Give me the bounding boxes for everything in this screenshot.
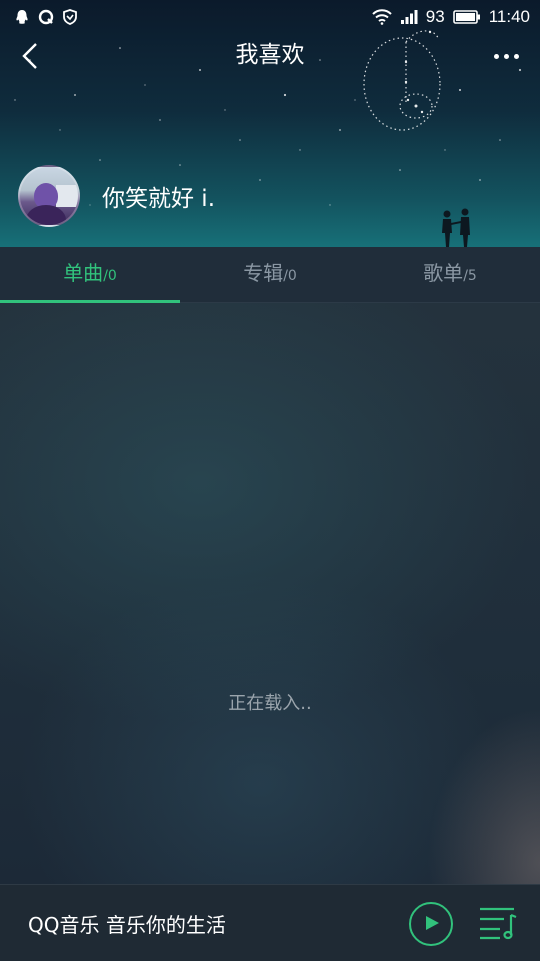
tab-songs-count: /0 — [103, 268, 117, 284]
battery-level: 93 — [425, 7, 445, 26]
couple-silhouette — [442, 208, 470, 247]
page-title: 我喜欢 — [235, 42, 305, 68]
tab-albums-label: 专辑 — [243, 261, 284, 285]
play-button[interactable] — [409, 902, 453, 946]
tab-playlists-count: /5 — [463, 268, 477, 284]
header-banner: 93 11:40 我喜欢 你笑就好 i. — [0, 0, 540, 247]
clock: 11:40 — [488, 7, 530, 26]
tab-songs-label: 单曲 — [63, 261, 104, 285]
song-list-area: 正在载入.. — [0, 303, 540, 884]
user-name[interactable]: 你笑就好 i. — [102, 179, 215, 213]
tab-bar: 单曲/0 专辑/0 歌单/5 — [0, 247, 540, 303]
play-icon — [426, 916, 439, 930]
tab-albums[interactable]: 专辑/0 — [180, 247, 360, 302]
avatar-background — [56, 185, 78, 207]
qq-icon — [16, 10, 28, 24]
tab-albums-count: /0 — [283, 268, 297, 284]
dot — [493, 53, 499, 59]
dot — [513, 53, 519, 59]
avatar-body — [26, 205, 66, 225]
title-bar: 我喜欢 — [0, 34, 540, 78]
tab-playlists-label: 歌单 — [423, 261, 464, 285]
more-dots-icon[interactable] — [486, 40, 526, 72]
wifi-icon — [372, 9, 392, 25]
shield-icon — [63, 9, 77, 25]
status-bar: 93 11:40 — [0, 0, 540, 34]
profile-row: 你笑就好 i. — [18, 165, 215, 227]
dot — [503, 53, 509, 59]
battery-icon — [452, 10, 480, 24]
tab-playlists[interactable]: 歌单/5 — [360, 247, 540, 302]
tab-songs[interactable]: 单曲/0 — [0, 247, 180, 303]
qzone-icon — [38, 9, 54, 25]
playlist-icon[interactable] — [478, 905, 518, 941]
signal-icon — [400, 10, 418, 24]
loading-text: 正在载入.. — [228, 693, 312, 714]
mini-player-bar[interactable]: QQ音乐 音乐你的生活 — [0, 884, 540, 961]
avatar[interactable] — [18, 165, 80, 227]
player-slogan: QQ音乐 音乐你的生活 — [28, 913, 226, 937]
